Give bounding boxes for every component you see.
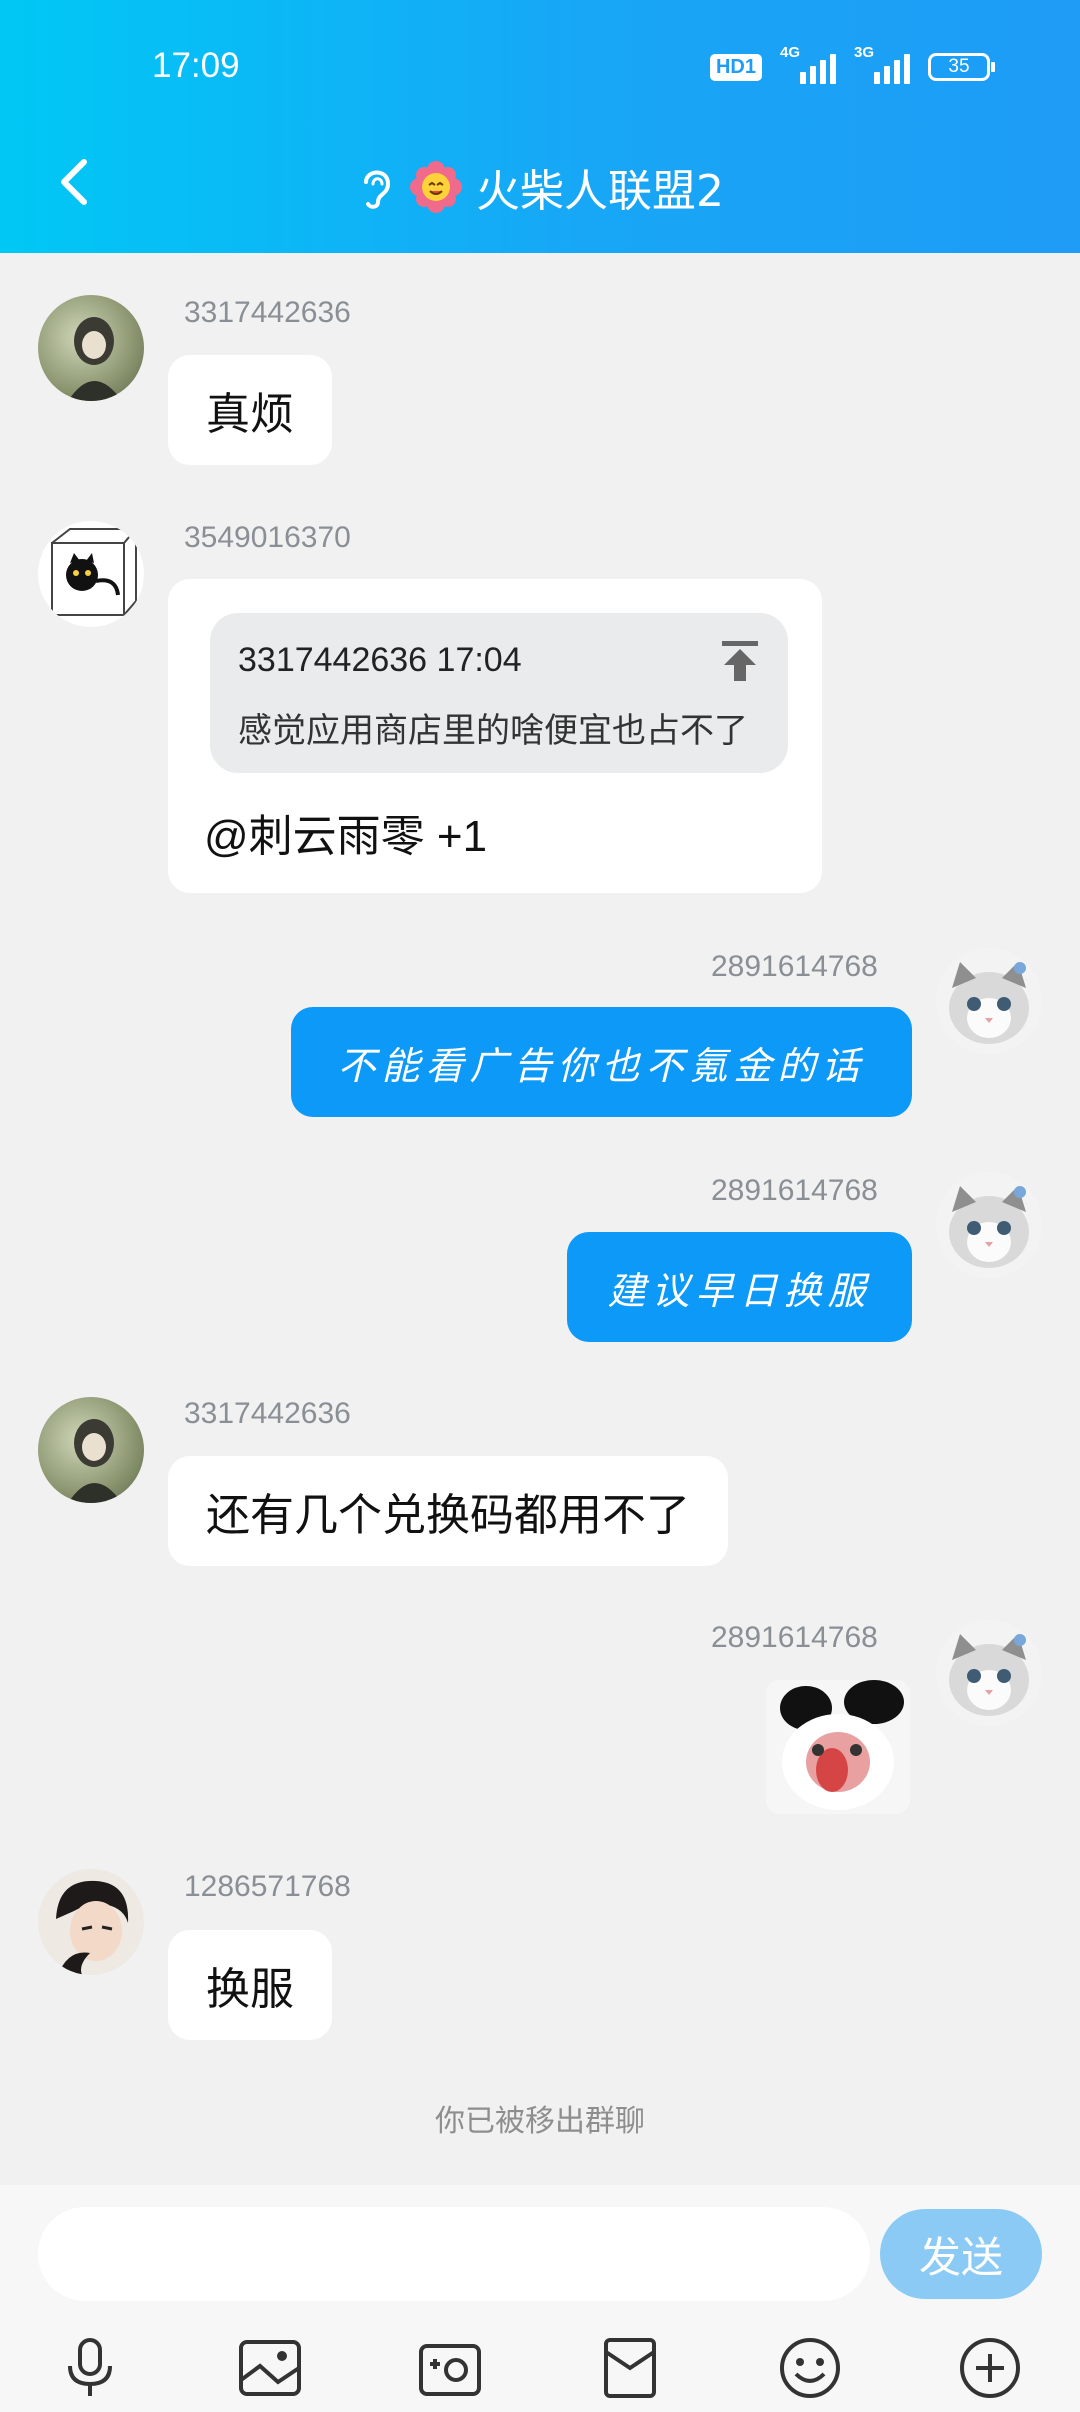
sender-id: 3317442636 — [184, 1397, 351, 1430]
panda-meme-sticker[interactable] — [766, 1680, 910, 1814]
message-input[interactable] — [38, 2207, 870, 2301]
chat-header: 17:09 HD1 4G 3G 35 火柴人联盟2 — [0, 0, 1080, 253]
jump-to-top-icon[interactable] — [720, 639, 760, 683]
avatar-anime-girl-icon — [68, 1419, 122, 1503]
avatar[interactable] — [38, 521, 144, 627]
signal-3g-icon: 3G — [854, 44, 910, 84]
hd-badge: HD1 — [709, 53, 762, 81]
status-icons: HD1 4G 3G 35 — [709, 44, 995, 84]
chat-title: 火柴人联盟2 — [476, 166, 724, 217]
voice-button[interactable] — [55, 2333, 125, 2403]
input-toolbar — [0, 2333, 1080, 2403]
sender-id: 3549016370 — [184, 521, 351, 554]
message-text: 真烦 — [206, 389, 294, 440]
avatar-cat-icon — [949, 1634, 1029, 1716]
sender-id: 2891614768 — [711, 950, 878, 983]
message-bubble[interactable]: 真烦 — [168, 355, 332, 465]
avatar[interactable] — [38, 1397, 144, 1503]
avatar-anime-boy-icon — [38, 1869, 144, 1975]
avatar[interactable] — [38, 1869, 144, 1975]
signal-3g-label: 3G — [854, 44, 875, 61]
avatar-cat-icon — [949, 1186, 1029, 1268]
panda-meme-icon — [766, 1680, 910, 1814]
message-bubble[interactable]: 换服 — [168, 1930, 332, 2040]
camera-button[interactable] — [415, 2333, 485, 2403]
sender-id: 1286571768 — [184, 1870, 351, 1903]
composer-bar: 发送 — [0, 2185, 1080, 2412]
message-bubble[interactable]: 还有几个兑换码都用不了 — [168, 1456, 728, 1566]
message-text: 建议早日换服 — [607, 1268, 872, 1313]
message-bubble-self[interactable]: 不能看广告你也不氪金的话 — [291, 1007, 912, 1117]
image-button[interactable] — [235, 2333, 305, 2403]
flower-emoji-icon — [410, 161, 462, 213]
signal-4g-label: 4G — [780, 44, 801, 61]
quoted-header: 3317442636 17:04 — [238, 641, 522, 679]
plus-icon — [960, 2338, 1020, 2398]
avatar-self[interactable] — [936, 1172, 1042, 1278]
status-time: 17:09 — [152, 46, 240, 85]
message-text: @刺云雨零 +1 — [204, 812, 488, 861]
chat-title-group[interactable]: 火柴人联盟2 — [0, 155, 1080, 219]
red-packet-button[interactable] — [595, 2333, 665, 2403]
sender-id: 2891614768 — [711, 1621, 878, 1654]
camera-icon — [419, 2344, 481, 2396]
message-text: 还有几个兑换码都用不了 — [206, 1490, 690, 1541]
quoted-message[interactable]: 3317442636 17:04 感觉应用商店里的啥便宜也占不了 — [210, 613, 788, 773]
system-note: 你已被移出群聊 — [435, 2104, 645, 2139]
sender-id: 3317442636 — [184, 296, 351, 329]
quoted-text: 感觉应用商店里的啥便宜也占不了 — [238, 711, 748, 751]
message-text: 不能看广告你也不氪金的话 — [337, 1043, 866, 1088]
avatar[interactable] — [38, 295, 144, 401]
emoji-button[interactable] — [775, 2333, 845, 2403]
avatar-self[interactable] — [936, 948, 1042, 1054]
emoji-icon — [780, 2338, 840, 2398]
image-icon — [239, 2340, 301, 2396]
signal-4g-icon: 4G — [780, 44, 836, 84]
avatar-cat-box-icon — [51, 528, 139, 616]
avatar-cat-icon — [949, 962, 1029, 1044]
message-text: 换服 — [206, 1964, 294, 2015]
ear-icon — [364, 170, 391, 209]
mic-icon — [68, 2338, 112, 2396]
battery-icon: 35 — [928, 53, 995, 81]
avatar-self[interactable] — [936, 1620, 1042, 1726]
red-packet-icon — [604, 2338, 656, 2398]
avatar-anime-girl-icon — [68, 317, 122, 401]
send-button[interactable]: 发送 — [880, 2209, 1042, 2299]
more-button[interactable] — [955, 2333, 1025, 2403]
message-bubble-self[interactable]: 建议早日换服 — [567, 1232, 912, 1342]
sender-id: 2891614768 — [711, 1174, 878, 1207]
